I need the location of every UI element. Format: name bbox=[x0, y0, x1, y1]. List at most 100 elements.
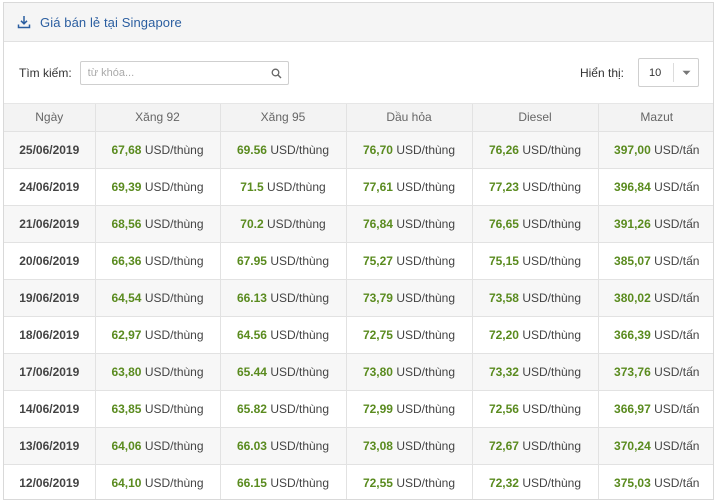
price-value: 63,85 bbox=[111, 401, 142, 416]
dau-cell: 76,70 USD/thùng bbox=[346, 131, 473, 169]
diesel-cell: 73,32 USD/thùng bbox=[472, 353, 599, 391]
column-header-xang92[interactable]: Xăng 92 bbox=[95, 104, 221, 132]
price-value: 69,39 bbox=[111, 179, 142, 194]
x95-cell: 67.95 USD/thùng bbox=[220, 242, 347, 280]
column-header-date[interactable]: Ngày bbox=[4, 104, 96, 132]
x95-cell: 65.82 USD/thùng bbox=[220, 390, 347, 428]
price-unit: USD/tấn bbox=[654, 475, 700, 490]
mazut-cell: 397,00 USD/tấn bbox=[598, 131, 713, 169]
price-unit: USD/thùng bbox=[144, 327, 204, 342]
price-unit: USD/thùng bbox=[270, 401, 330, 416]
price-table: Ngày Xăng 92 Xăng 95 Dầu hỏa Diesel Mazu… bbox=[4, 104, 713, 499]
price-unit: USD/thùng bbox=[522, 327, 582, 342]
price-unit: USD/thùng bbox=[522, 401, 582, 416]
table-row: 19/06/2019 64,54 USD/thùng 66.13 USD/thùng… bbox=[4, 279, 713, 317]
panel-header: Giá bán lẻ tại Singapore bbox=[4, 3, 713, 42]
date-cell: 18/06/2019 bbox=[4, 316, 96, 354]
price-value: 69.56 bbox=[236, 142, 267, 157]
column-header-dau-hoa[interactable]: Dầu hỏa bbox=[346, 104, 473, 132]
price-value: 75,15 bbox=[488, 253, 519, 268]
dau-cell: 72,75 USD/thùng bbox=[346, 316, 473, 354]
price-value: 64,54 bbox=[111, 290, 142, 305]
price-unit: USD/tấn bbox=[654, 179, 700, 194]
date-cell: 24/06/2019 bbox=[4, 168, 96, 206]
search-box[interactable] bbox=[79, 60, 289, 85]
table-header-row: Ngày Xăng 92 Xăng 95 Dầu hỏa Diesel Mazu… bbox=[4, 104, 713, 132]
x92-cell: 68,56 USD/thùng bbox=[95, 205, 221, 243]
date-cell: 20/06/2019 bbox=[4, 242, 96, 280]
price-value: 66.15 bbox=[236, 475, 267, 490]
price-value: 396,84 bbox=[614, 179, 651, 194]
price-value: 72,55 bbox=[362, 475, 393, 490]
price-value: 375,03 bbox=[614, 475, 651, 490]
price-unit: USD/tấn bbox=[654, 364, 700, 379]
price-value: 67,68 bbox=[111, 142, 142, 157]
price-value: 68,56 bbox=[111, 216, 142, 231]
price-value: 76,70 bbox=[362, 142, 393, 157]
mazut-cell: 396,84 USD/tấn bbox=[598, 168, 713, 206]
search-input[interactable] bbox=[80, 61, 288, 84]
table-row: 17/06/2019 63,80 USD/thùng 65.44 USD/thùng… bbox=[4, 353, 713, 391]
diesel-cell: 73,58 USD/thùng bbox=[472, 279, 599, 317]
date-cell: 19/06/2019 bbox=[4, 279, 96, 317]
price-unit: USD/tấn bbox=[654, 142, 700, 157]
price-value: 397,00 bbox=[614, 142, 651, 157]
x92-cell: 64,54 USD/thùng bbox=[95, 279, 221, 317]
diesel-cell: 72,20 USD/thùng bbox=[472, 316, 599, 354]
price-unit: USD/thùng bbox=[396, 179, 456, 194]
price-value: 66.03 bbox=[236, 438, 267, 453]
table-row: 24/06/2019 69,39 USD/thùng 71.5 USD/thùng 7… bbox=[4, 168, 713, 206]
diesel-cell: 77,23 USD/thùng bbox=[472, 168, 599, 206]
price-value: 65.44 bbox=[236, 364, 267, 379]
dau-cell: 75,27 USD/thùng bbox=[346, 242, 473, 280]
price-unit: USD/thùng bbox=[522, 364, 582, 379]
table-row: 13/06/2019 64,06 USD/thùng 66.03 USD/thùng… bbox=[4, 427, 713, 465]
column-header-xang95[interactable]: Xăng 95 bbox=[220, 104, 347, 132]
page-size-select[interactable]: 10 bbox=[638, 58, 699, 87]
price-value: 380,02 bbox=[614, 290, 651, 305]
price-unit: USD/thùng bbox=[396, 142, 456, 157]
price-unit: USD/thùng bbox=[522, 142, 582, 157]
price-unit: USD/thùng bbox=[144, 142, 204, 157]
price-unit: USD/tấn bbox=[654, 327, 700, 342]
price-unit: USD/thùng bbox=[144, 253, 204, 268]
x95-cell: 70.2 USD/thùng bbox=[220, 205, 347, 243]
dau-cell: 77,61 USD/thùng bbox=[346, 168, 473, 206]
diesel-cell: 72,32 USD/thùng bbox=[472, 464, 599, 499]
price-unit: USD/thùng bbox=[396, 401, 456, 416]
price-unit: USD/thùng bbox=[522, 253, 582, 268]
price-value: 65.82 bbox=[236, 401, 267, 416]
price-unit: USD/thùng bbox=[270, 142, 330, 157]
price-unit: USD/tấn bbox=[654, 290, 700, 305]
table-row: 25/06/2019 67,68 USD/thùng 69.56 USD/thùng… bbox=[4, 131, 713, 169]
table-row: 21/06/2019 68,56 USD/thùng 70.2 USD/thùng 7… bbox=[4, 205, 713, 243]
mazut-cell: 373,76 USD/tấn bbox=[598, 353, 713, 391]
table-row: 14/06/2019 63,85 USD/thùng 65.82 USD/thùng… bbox=[4, 390, 713, 428]
price-value: 77,23 bbox=[488, 179, 519, 194]
dau-cell: 76,84 USD/thùng bbox=[346, 205, 473, 243]
price-value: 72,75 bbox=[362, 327, 393, 342]
column-header-diesel[interactable]: Diesel bbox=[472, 104, 599, 132]
price-unit: USD/tấn bbox=[654, 253, 700, 268]
price-unit: USD/thùng bbox=[270, 253, 330, 268]
panel-title: Giá bán lẻ tại Singapore bbox=[40, 14, 182, 30]
price-unit: USD/thùng bbox=[396, 475, 456, 490]
price-unit: USD/thùng bbox=[270, 327, 330, 342]
mazut-cell: 380,02 USD/tấn bbox=[598, 279, 713, 317]
price-unit: USD/thùng bbox=[522, 216, 582, 231]
column-header-mazut[interactable]: Mazut bbox=[598, 104, 713, 132]
price-unit: USD/thùng bbox=[270, 475, 330, 490]
x92-cell: 62,97 USD/thùng bbox=[95, 316, 221, 354]
x95-cell: 69.56 USD/thùng bbox=[220, 131, 347, 169]
price-value: 366,39 bbox=[614, 327, 651, 342]
date-cell: 13/06/2019 bbox=[4, 427, 96, 465]
price-value: 366,97 bbox=[614, 401, 651, 416]
price-unit: USD/tấn bbox=[654, 401, 700, 416]
price-unit: USD/tấn bbox=[654, 438, 700, 453]
price-value: 67.95 bbox=[236, 253, 267, 268]
price-value: 77,61 bbox=[362, 179, 393, 194]
mazut-cell: 366,39 USD/tấn bbox=[598, 316, 713, 354]
search-icon[interactable] bbox=[271, 68, 282, 79]
chevron-down-icon[interactable] bbox=[674, 70, 698, 76]
download-icon[interactable] bbox=[17, 15, 31, 29]
